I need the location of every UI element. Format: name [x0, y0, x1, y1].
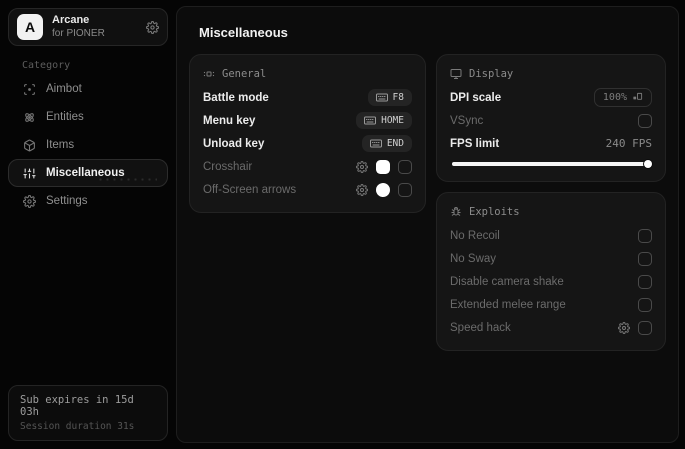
- session-duration-text: Session duration 31s: [20, 421, 135, 432]
- package-icon: [23, 139, 36, 152]
- setting-label: Off-Screen arrows: [203, 183, 297, 196]
- gear-icon[interactable]: [356, 160, 368, 173]
- setting-label: Extended melee range: [450, 298, 566, 311]
- setting-label: FPS limit: [450, 137, 500, 150]
- keybind-value: HOME: [381, 115, 404, 126]
- setting-label: No Sway: [450, 252, 497, 265]
- bug-icon: [450, 206, 462, 218]
- no-sway-checkbox[interactable]: [638, 251, 652, 266]
- no-recoil-checkbox[interactable]: [638, 228, 652, 243]
- crosshair-checkbox[interactable]: [398, 159, 412, 174]
- main-content: Miscellaneous General Battle mode F8 Men…: [176, 6, 679, 443]
- setting-label: Battle mode: [203, 91, 269, 104]
- keyboard-icon: [375, 93, 388, 102]
- gear-icon: [23, 194, 36, 208]
- keybind-value: F8: [392, 92, 404, 103]
- monitor-icon: [450, 68, 462, 80]
- setting-row-menu-key: Menu key HOME: [203, 109, 412, 132]
- subscription-status-card: Sub expires in 15d 03h Session duration …: [8, 385, 168, 441]
- keybind-value: END: [386, 138, 404, 149]
- slider-knob[interactable]: [644, 160, 653, 168]
- category-label: Category: [22, 60, 71, 71]
- grid-dots-icon: [203, 68, 215, 80]
- offscreen-arrows-checkbox[interactable]: [398, 182, 412, 197]
- scale-resize-icon: [632, 92, 643, 103]
- menu-key-keybind-button[interactable]: HOME: [356, 112, 412, 129]
- setting-row-no-recoil: No Recoil: [450, 224, 652, 247]
- setting-row-crosshair: Crosshair: [203, 155, 412, 178]
- general-panel: General Battle mode F8 Menu key HOME Unl…: [189, 54, 426, 213]
- sub-expiry-text: Sub expires in 15d 03h: [20, 394, 134, 418]
- speed-hack-checkbox[interactable]: [638, 320, 652, 335]
- setting-label: VSync: [450, 114, 484, 127]
- unload-key-keybind-button[interactable]: END: [361, 135, 412, 152]
- sidebar-nav: Aimbot Entities Items Miscellaneous Sett…: [8, 75, 168, 215]
- battle-mode-keybind-button[interactable]: F8: [367, 89, 412, 106]
- sidebar-item-miscellaneous[interactable]: Miscellaneous: [8, 159, 168, 187]
- extended-melee-range-checkbox[interactable]: [638, 297, 652, 312]
- setting-row-extended-melee-range: Extended melee range: [450, 293, 652, 316]
- setting-row-fps-limit: FPS limit 240 FPS: [450, 132, 652, 155]
- keyboard-icon: [364, 116, 377, 125]
- sidebar-item-settings[interactable]: Settings: [8, 187, 168, 215]
- setting-row-disable-camera-shake: Disable camera shake: [450, 270, 652, 293]
- setting-label: No Recoil: [450, 229, 500, 242]
- panel-title: Exploits: [469, 206, 520, 218]
- offscreen-arrows-color-swatch[interactable]: [376, 182, 390, 197]
- brand-card[interactable]: A Arcane for PIONER: [8, 8, 168, 46]
- slider-fill: [452, 162, 649, 166]
- dpi-scale-value: 100%: [602, 92, 627, 103]
- setting-row-dpi-scale: DPI scale 100%: [450, 86, 652, 109]
- setting-row-speed-hack: Speed hack: [450, 316, 652, 339]
- sidebar-item-label: Entities: [46, 111, 84, 123]
- exploits-panel: Exploits No Recoil No Sway Disable camer…: [436, 192, 666, 351]
- vsync-checkbox[interactable]: [638, 113, 652, 128]
- sidebar-item-label: Aimbot: [46, 83, 82, 95]
- brand-text: Arcane for PIONER: [52, 14, 137, 40]
- gear-icon[interactable]: [356, 183, 368, 196]
- setting-row-unload-key: Unload key END: [203, 132, 412, 155]
- fps-limit-value: 240 FPS: [605, 137, 652, 150]
- panel-title: General: [222, 68, 267, 80]
- gear-icon[interactable]: [618, 321, 630, 334]
- selected-item-dots-decoration: [97, 177, 157, 182]
- sidebar-item-aimbot[interactable]: Aimbot: [8, 75, 168, 103]
- app-window: A Arcane for PIONER Category Aimbot Enti…: [0, 0, 685, 449]
- panel-title: Display: [469, 68, 514, 80]
- sidebar-item-entities[interactable]: Entities: [8, 103, 168, 131]
- display-panel: Display DPI scale 100% VSync FPS limit 2…: [436, 54, 666, 182]
- sidebar-item-label: Settings: [46, 195, 88, 207]
- setting-row-offscreen-arrows: Off-Screen arrows: [203, 178, 412, 201]
- setting-row-vsync: VSync: [450, 109, 652, 132]
- sidebar: A Arcane for PIONER Category Aimbot Enti…: [0, 0, 176, 449]
- crosshair-color-swatch[interactable]: [376, 159, 390, 174]
- setting-label: DPI scale: [450, 91, 502, 104]
- page-title: Miscellaneous: [199, 25, 288, 40]
- keyboard-icon: [369, 139, 382, 148]
- setting-label: Disable camera shake: [450, 275, 564, 288]
- crosshair-scan-icon: [23, 83, 36, 96]
- sidebar-item-label: Items: [46, 139, 75, 151]
- gear-icon[interactable]: [146, 20, 159, 34]
- fps-limit-slider[interactable]: [452, 160, 653, 168]
- setting-label: Speed hack: [450, 321, 511, 334]
- setting-row-battle-mode: Battle mode F8: [203, 86, 412, 109]
- setting-label: Crosshair: [203, 160, 253, 173]
- app-name: Arcane: [52, 13, 90, 26]
- dpi-scale-select[interactable]: 100%: [593, 88, 652, 107]
- sliders-icon: [23, 167, 36, 180]
- app-subtitle: for PIONER: [52, 27, 105, 39]
- disable-camera-shake-checkbox[interactable]: [638, 274, 652, 289]
- setting-label: Menu key: [203, 114, 256, 127]
- app-logo: A: [17, 14, 43, 40]
- atom-icon: [23, 111, 36, 124]
- sidebar-item-items[interactable]: Items: [8, 131, 168, 159]
- setting-label: Unload key: [203, 137, 265, 150]
- setting-row-no-sway: No Sway: [450, 247, 652, 270]
